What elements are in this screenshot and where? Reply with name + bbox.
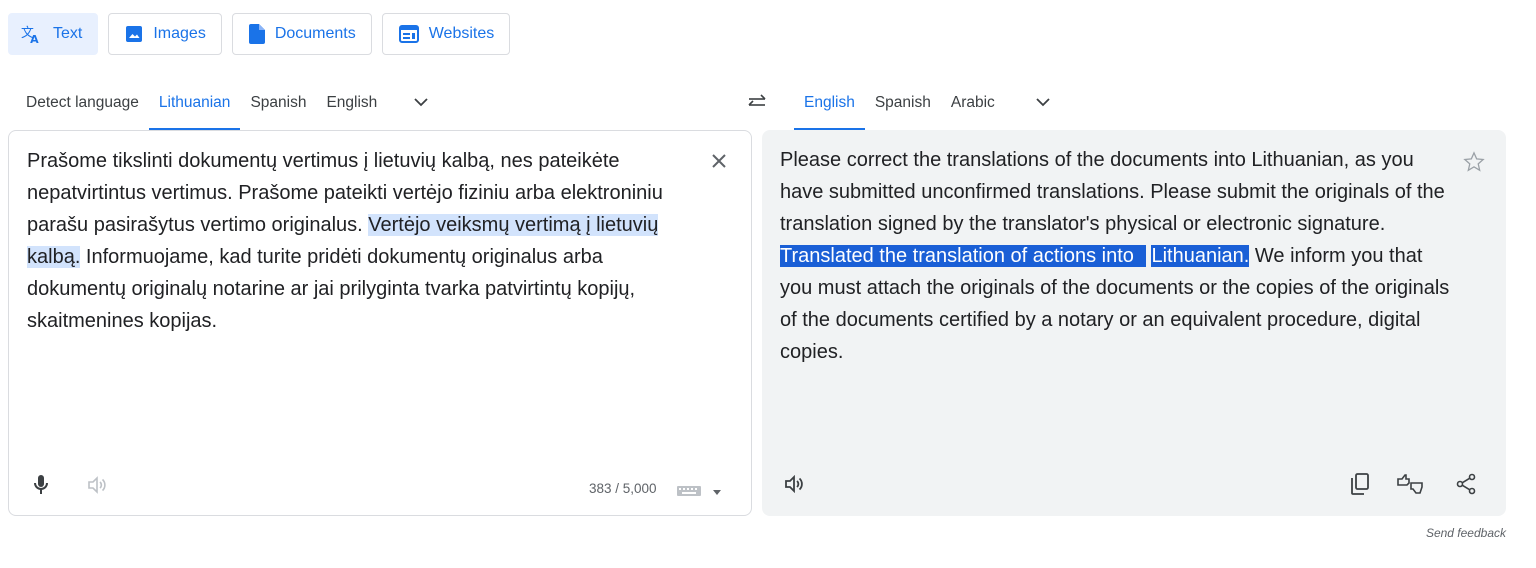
speaker-icon xyxy=(87,475,107,499)
copy-translation-button[interactable] xyxy=(1344,470,1376,502)
image-icon xyxy=(125,25,143,43)
share-translation-button[interactable] xyxy=(1450,470,1482,502)
target-lang-more-button[interactable] xyxy=(1005,80,1065,130)
input-tools-button[interactable] xyxy=(677,481,731,503)
text-mode-button[interactable]: 文A Text xyxy=(8,13,99,55)
caret-down-icon xyxy=(713,483,721,501)
source-text-after: Informuojame, kad turite pridėti dokumen… xyxy=(27,246,636,332)
source-language-bar: Detect language Lithuanian Spanish Engli… xyxy=(8,80,443,130)
translation-highlight-line1: Translated the translation of actions in… xyxy=(780,245,1146,267)
source-lang-more-button[interactable] xyxy=(387,80,443,130)
website-icon xyxy=(398,25,419,43)
voice-input-button[interactable] xyxy=(25,471,57,503)
target-lang-spanish[interactable]: Spanish xyxy=(865,80,941,130)
swap-icon xyxy=(746,93,768,115)
mode-tabs: 文A Text Images Documents Websites xyxy=(8,13,511,55)
keyboard-icon xyxy=(677,483,701,501)
speaker-icon xyxy=(784,474,804,498)
clear-source-button[interactable] xyxy=(705,149,733,177)
translation-panel: Please correct the translations of the d… xyxy=(762,130,1506,516)
text-mode-label: Text xyxy=(53,25,83,42)
microphone-icon xyxy=(33,474,49,501)
source-listen-button[interactable] xyxy=(81,471,113,503)
svg-text:A: A xyxy=(30,33,39,45)
chevron-down-icon xyxy=(1035,94,1051,112)
translate-icon: 文A xyxy=(21,23,43,45)
source-lang-detect[interactable]: Detect language xyxy=(8,80,149,130)
translation-output: Please correct the translations of the d… xyxy=(780,144,1450,368)
chevron-down-icon xyxy=(413,94,429,112)
translation-text-before: Please correct the translations of the d… xyxy=(780,149,1445,235)
websites-mode-button[interactable]: Websites xyxy=(381,13,511,55)
target-language-bar: English Spanish Arabic xyxy=(794,80,1065,130)
translation-listen-button[interactable] xyxy=(778,470,810,502)
websites-mode-label: Websites xyxy=(428,25,495,42)
source-lang-english[interactable]: English xyxy=(316,80,387,130)
share-icon xyxy=(1456,473,1476,500)
swap-languages-button[interactable] xyxy=(742,89,772,119)
character-count: 383 / 5,000 xyxy=(589,481,657,496)
star-icon xyxy=(1463,150,1485,178)
thumbs-up-down-icon xyxy=(1396,473,1424,499)
document-icon xyxy=(248,24,265,44)
send-feedback-link[interactable]: Send feedback xyxy=(1426,526,1506,540)
close-icon xyxy=(711,153,727,174)
target-lang-arabic[interactable]: Arabic xyxy=(941,80,1005,130)
documents-mode-button[interactable]: Documents xyxy=(231,13,372,55)
documents-mode-label: Documents xyxy=(274,25,356,42)
source-lang-lithuanian[interactable]: Lithuanian xyxy=(148,80,241,130)
images-mode-label: Images xyxy=(153,25,206,42)
images-mode-button[interactable]: Images xyxy=(108,13,222,55)
save-translation-button[interactable] xyxy=(1460,150,1488,178)
translation-highlight-line2: Lithuanian. xyxy=(1151,245,1250,267)
source-textarea[interactable]: Prašome tikslinti dokumentų vertimus į l… xyxy=(27,145,677,337)
source-text-panel: Prašome tikslinti dokumentų vertimus į l… xyxy=(8,130,752,516)
copy-icon xyxy=(1351,472,1369,500)
rate-translation-button[interactable] xyxy=(1394,470,1426,502)
target-lang-english[interactable]: English xyxy=(794,80,865,130)
source-lang-spanish[interactable]: Spanish xyxy=(240,80,316,130)
